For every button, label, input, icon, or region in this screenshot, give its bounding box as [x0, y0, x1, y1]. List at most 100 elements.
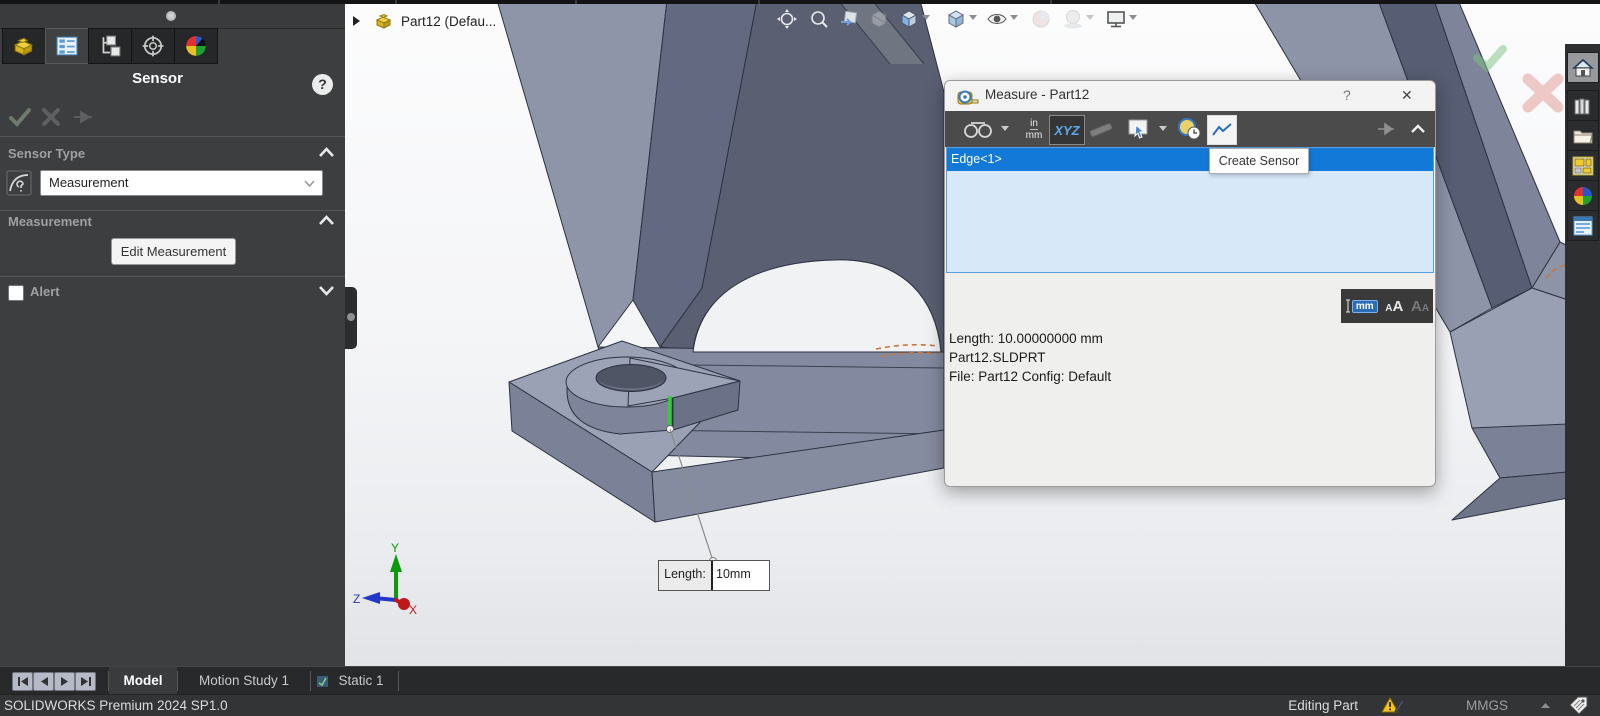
- measurement-history-icon[interactable]: [1173, 115, 1205, 143]
- tab-feature-manager[interactable]: [2, 28, 46, 64]
- grip-dot-icon: [166, 11, 176, 21]
- ok-button[interactable]: [8, 106, 32, 128]
- view-settings-icon[interactable]: [1104, 7, 1128, 31]
- tag-icon[interactable]: [1568, 696, 1590, 715]
- section-view-icon[interactable]: [867, 7, 891, 31]
- cancel-button[interactable]: [40, 106, 62, 128]
- appearance-sphere-icon: [184, 34, 208, 58]
- point-to-point-icon[interactable]: [1087, 115, 1115, 143]
- dialog-help-button[interactable]: ?: [1343, 87, 1351, 103]
- triad-x-label: X: [409, 603, 417, 617]
- last-tab-button[interactable]: [75, 672, 96, 691]
- view-orientation-icon[interactable]: [897, 7, 921, 31]
- sensor-type-collapse-icon[interactable]: [318, 147, 335, 158]
- units-quick-icon[interactable]: mm: [1345, 299, 1378, 313]
- status-bar: SOLIDWORKS Premium 2024 SP1.0 Editing Pa…: [0, 694, 1600, 716]
- tab-static-study[interactable]: Static 1: [330, 667, 392, 695]
- splitter-dot-icon: [347, 313, 355, 321]
- view-orientation-caret-icon[interactable]: [922, 15, 930, 21]
- appearances-tab[interactable]: [1567, 180, 1599, 211]
- previous-tab-button[interactable]: [33, 672, 54, 691]
- alert-checkbox[interactable]: [8, 285, 24, 301]
- measure-dialog-title: Measure - Part12: [985, 87, 1089, 102]
- arc-measure-icon[interactable]: [961, 115, 995, 143]
- appearances-sphere-icon: [1572, 185, 1594, 207]
- create-sensor-icon[interactable]: [1207, 115, 1237, 145]
- edit-appearance-icon[interactable]: [1029, 7, 1053, 31]
- document-tab-bar: Model Motion Study 1 Static 1: [0, 666, 1600, 695]
- selection-list-item[interactable]: Edge<1>: [947, 148, 1433, 171]
- previous-view-icon[interactable]: [837, 7, 861, 31]
- design-library-tab[interactable]: [1567, 90, 1599, 121]
- panel-splitter-handle[interactable]: [345, 287, 357, 349]
- sensor-type-value: Measurement: [49, 175, 128, 190]
- measurement-section-label: Measurement: [8, 214, 92, 229]
- hide-show-caret-icon[interactable]: [1010, 15, 1018, 21]
- measurement-collapse-icon[interactable]: [318, 215, 335, 226]
- zoom-fit-icon[interactable]: [775, 7, 799, 31]
- property-manager-icon: [55, 34, 79, 58]
- measure-selection-icon[interactable]: [1123, 115, 1153, 143]
- view-palette-icon: [1572, 155, 1594, 177]
- increase-font-icon[interactable]: AA: [1385, 298, 1403, 315]
- arc-measure-caret-icon[interactable]: [1001, 115, 1009, 143]
- sensor-type-icon: [6, 170, 32, 196]
- apply-scene-caret-icon[interactable]: [1086, 15, 1094, 21]
- rebuild-warning-icon[interactable]: [1381, 697, 1405, 715]
- measure-selection-list[interactable]: Edge<1>: [946, 147, 1434, 273]
- edit-measurement-button[interactable]: Edit Measurement: [111, 238, 236, 265]
- hide-show-items-icon[interactable]: [985, 7, 1009, 31]
- units-precision-icon[interactable]: in mm: [1019, 115, 1049, 143]
- tab-property-manager[interactable]: [45, 28, 89, 64]
- measure-dialog-toolbar: in mm XYZ: [945, 111, 1435, 147]
- show-xyz-icon[interactable]: XYZ: [1049, 115, 1085, 145]
- result-part: Part12.SLDPRT: [949, 348, 1111, 367]
- display-style-icon[interactable]: [944, 7, 968, 31]
- tree-part-label[interactable]: Part12 (Defau...: [401, 14, 496, 29]
- first-tab-button[interactable]: [12, 672, 33, 691]
- reference-triad: Y Z X: [353, 541, 417, 617]
- sensor-type-dropdown[interactable]: Measurement: [40, 170, 323, 196]
- folder-icon: [1572, 126, 1594, 146]
- help-icon[interactable]: ?: [312, 74, 333, 95]
- zoom-area-icon[interactable]: [807, 7, 831, 31]
- unit-system-label[interactable]: MMGS: [1452, 695, 1522, 716]
- triad-z-label: Z: [353, 592, 360, 606]
- alert-section-label: Alert: [30, 284, 60, 299]
- display-style-caret-icon[interactable]: [969, 15, 977, 21]
- file-explorer-tab[interactable]: [1567, 120, 1599, 151]
- tab-model[interactable]: Model: [109, 667, 177, 695]
- collapsed-menu-strip[interactable]: [0, 0, 1600, 4]
- alert-expand-icon[interactable]: [318, 285, 335, 296]
- part-right-base-front: [1472, 424, 1568, 478]
- callout-label: Length:: [659, 561, 713, 590]
- home-tab[interactable]: [1567, 52, 1599, 83]
- dropdown-caret-icon: [304, 180, 315, 187]
- dialog-close-button[interactable]: ✕: [1401, 87, 1413, 104]
- tab-dimxpert-manager[interactable]: [131, 28, 175, 64]
- measure-dialog-titlebar[interactable]: Measure - Part12 ? ✕: [945, 81, 1435, 112]
- tab-motion-study[interactable]: Motion Study 1: [180, 667, 308, 695]
- view-palette-tab[interactable]: [1567, 150, 1599, 181]
- panel-grip[interactable]: [0, 4, 345, 29]
- measurement-callout: Length: 10mm: [658, 560, 770, 591]
- unit-system-caret-icon[interactable]: [1541, 703, 1550, 709]
- tab-configuration-manager[interactable]: [88, 28, 132, 64]
- tab-display-manager[interactable]: [174, 28, 218, 64]
- triad-y-label: Y: [391, 541, 399, 555]
- custom-properties-tab[interactable]: [1567, 210, 1599, 241]
- collapse-chevron-icon[interactable]: [1407, 115, 1429, 143]
- measure-results: Length: 10.00000000 mm Part12.SLDPRT Fil…: [949, 329, 1111, 386]
- decrease-font-icon[interactable]: AA: [1411, 298, 1429, 315]
- apply-scene-icon[interactable]: [1061, 7, 1085, 31]
- static-study-icon: [317, 676, 328, 687]
- next-tab-button[interactable]: [54, 672, 75, 691]
- pin-button[interactable]: [72, 108, 94, 126]
- measure-dialog[interactable]: Measure - Part12 ? ✕ in mm XYZ: [944, 80, 1436, 487]
- measure-selection-caret-icon[interactable]: [1159, 115, 1167, 143]
- feature-tree-flyout[interactable]: Part12 (Defau...: [350, 8, 496, 34]
- expand-arrow-icon[interactable]: [350, 15, 362, 27]
- part-icon: [12, 34, 36, 58]
- pin-icon[interactable]: [1375, 115, 1397, 143]
- view-settings-caret-icon[interactable]: [1129, 15, 1137, 21]
